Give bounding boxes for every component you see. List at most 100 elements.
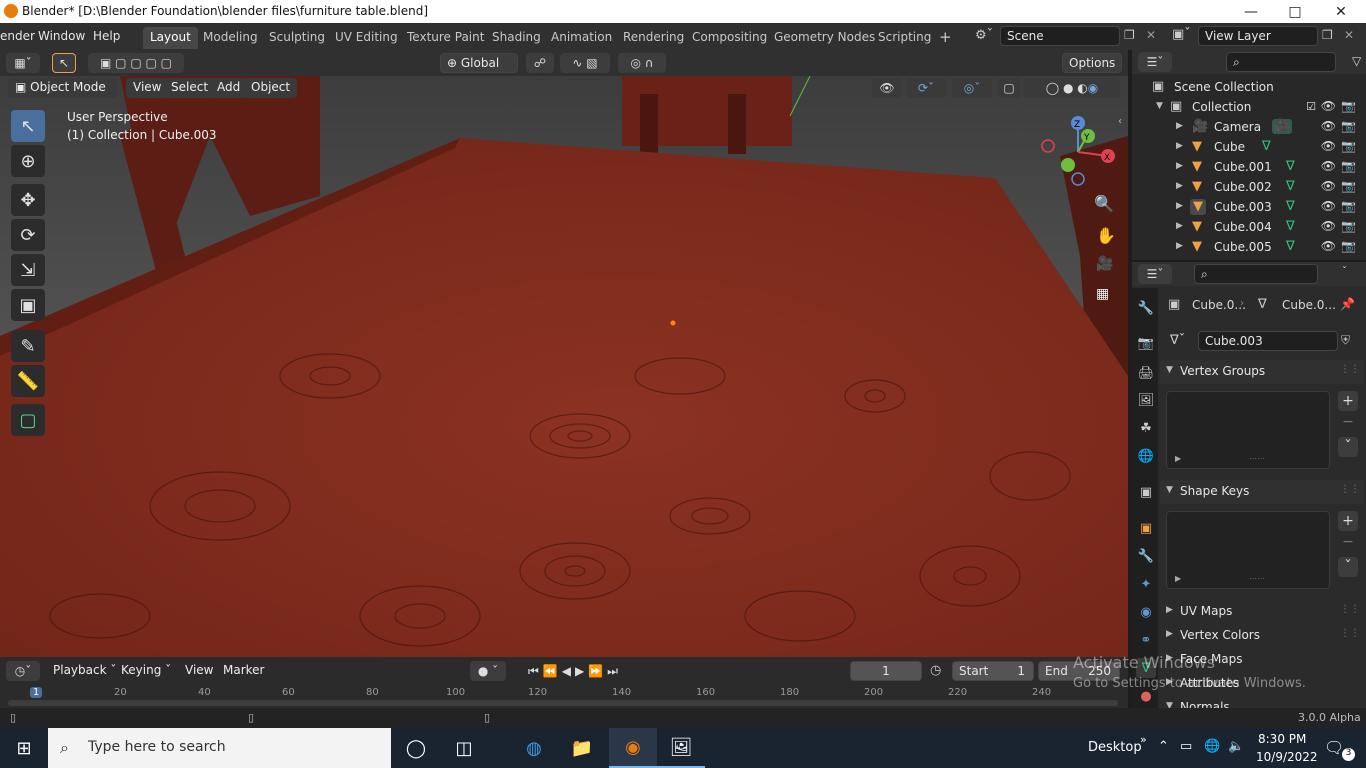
outliner-editor-type-icon[interactable]: ☰ˇ bbox=[1138, 52, 1172, 72]
clock-time[interactable]: 8:30 PM bbox=[1258, 732, 1306, 746]
expand-icon[interactable]: ▶ bbox=[1176, 161, 1183, 171]
blender-taskbar-icon[interactable]: ◉ bbox=[609, 728, 657, 768]
navigation-gizmo[interactable]: Z Y X bbox=[1036, 112, 1120, 192]
object-tab-icon[interactable]: ▣ bbox=[1136, 518, 1156, 538]
outliner-row-cube-002[interactable]: ▶ ▼ Cube.002 ∇ 👁 📷 bbox=[1132, 177, 1366, 197]
timeline-editor-type-icon[interactable]: ◷ˇ bbox=[6, 661, 40, 681]
expand-icon[interactable]: ▶ bbox=[1176, 141, 1183, 151]
vertex-groups-list[interactable]: ▶ ⋯⋯ bbox=[1166, 391, 1330, 469]
camera-render-icon[interactable]: 📷 bbox=[1341, 179, 1356, 193]
eye-icon[interactable]: 👁 bbox=[1321, 99, 1336, 113]
remove-vertex-group-button[interactable]: − bbox=[1338, 412, 1358, 432]
vertex-group-specials-button[interactable]: ˇ bbox=[1338, 437, 1358, 457]
camera-render-icon[interactable]: 📷 bbox=[1341, 219, 1356, 233]
scene-tab-icon[interactable]: ☘ bbox=[1136, 418, 1156, 438]
menu-window[interactable]: Window bbox=[38, 29, 85, 43]
camera-render-icon[interactable]: 📷 bbox=[1341, 139, 1356, 153]
add-workspace-button[interactable]: + bbox=[932, 25, 959, 47]
object-mode-dropdown[interactable]: ▣ Object Mode bbox=[8, 78, 118, 98]
camera-render-icon[interactable]: 📷 bbox=[1341, 239, 1356, 253]
transform-tool-icon[interactable]: ▣ bbox=[11, 289, 45, 321]
options-dropdown[interactable]: Options bbox=[1062, 53, 1122, 73]
task-view-icon[interactable]: ◫ bbox=[440, 728, 488, 768]
menu-view[interactable]: View bbox=[126, 78, 169, 98]
tab-animation[interactable]: Animation bbox=[544, 27, 619, 49]
playback-controls[interactable]: ⏮⏪◀▶⏩⏭ bbox=[516, 661, 634, 681]
camera-render-icon[interactable]: 📷 bbox=[1341, 199, 1356, 213]
expand-icon[interactable]: ▶ bbox=[1176, 181, 1183, 191]
breadcrumb-data[interactable]: Cube.0... bbox=[1282, 298, 1336, 312]
outliner-row-scene-collection[interactable]: ▣ Scene Collection bbox=[1132, 77, 1366, 97]
vertex-colors-panel-header[interactable]: ▶ Vertex Colors ⋮⋮ bbox=[1160, 624, 1364, 648]
current-frame-field[interactable]: 1 bbox=[850, 661, 922, 681]
properties-search-input[interactable]: ⌕ bbox=[1194, 264, 1318, 284]
eye-icon[interactable]: 👁 bbox=[1321, 219, 1336, 233]
outliner-row-cube-004[interactable]: ▶ ▼ Cube.004 ∇ 👁 📷 bbox=[1132, 217, 1366, 237]
eye-icon[interactable]: 👁 bbox=[1321, 239, 1336, 253]
filter-icon[interactable]: ▽ bbox=[1352, 54, 1361, 68]
annotate-tool-icon[interactable]: ✎ bbox=[11, 330, 45, 362]
maximize-icon[interactable]: □ bbox=[1272, 0, 1318, 23]
shading-modes[interactable]: ◯ ● ◐ ◉ bbox=[1024, 78, 1120, 98]
world-tab-icon[interactable]: 🌐 bbox=[1136, 446, 1156, 466]
select-tool-icon[interactable]: ↖ bbox=[11, 110, 45, 142]
tab-shading[interactable]: Shading bbox=[485, 27, 548, 49]
expand-icon[interactable]: ▶ bbox=[1176, 241, 1183, 251]
eye-icon[interactable]: 👁 bbox=[1321, 119, 1336, 133]
cortana-icon[interactable]: ◯ bbox=[392, 728, 440, 768]
tab-layout[interactable]: Layout bbox=[143, 27, 198, 49]
pan-hand-icon[interactable]: ✋ bbox=[1096, 226, 1116, 245]
eye-icon[interactable]: 👁 bbox=[1321, 179, 1336, 193]
close-icon[interactable]: ✕ bbox=[1318, 0, 1364, 23]
view-layer-tab-icon[interactable]: 🖼 bbox=[1136, 390, 1156, 410]
camera-render-icon[interactable]: 📷 bbox=[1341, 159, 1356, 173]
visibility-icon[interactable]: 👁 bbox=[872, 78, 902, 98]
eye-icon[interactable]: 👁 bbox=[1321, 199, 1336, 213]
measure-tool-icon[interactable]: 📏 bbox=[11, 365, 45, 397]
shape-keys-panel-header[interactable]: ▼ Shape Keys ⋮⋮ bbox=[1160, 480, 1364, 504]
desktop-toolbar-label[interactable]: Desktop bbox=[1088, 740, 1142, 755]
frame-indicator[interactable]: 1 bbox=[30, 687, 43, 698]
menu-keying[interactable]: Keying ˇ bbox=[114, 661, 178, 681]
scene-icon[interactable]: ⚙ˇ bbox=[975, 28, 993, 43]
view-layer-icon[interactable]: ▣ˇ bbox=[1172, 27, 1191, 42]
particles-tab-icon[interactable]: ✦ bbox=[1136, 574, 1156, 594]
tab-sculpting[interactable]: Sculpting bbox=[262, 27, 332, 49]
overlays-icon[interactable]: ◎ˇ bbox=[952, 78, 992, 98]
list-expand-icon[interactable]: ▶ bbox=[1175, 574, 1181, 583]
breadcrumb-object[interactable]: Cube.0... bbox=[1192, 298, 1246, 312]
uv-maps-panel-header[interactable]: ▶ UV Maps ⋮⋮ bbox=[1160, 600, 1364, 624]
tab-modeling[interactable]: Modeling bbox=[196, 27, 265, 49]
camera-render-icon[interactable]: 📷 bbox=[1341, 99, 1356, 113]
windows-start-icon[interactable]: ⊞ bbox=[0, 728, 48, 768]
snapping-icon[interactable]: ∿ ▧ bbox=[560, 53, 610, 73]
list-resize-handle[interactable]: ⋯⋯ bbox=[1249, 454, 1265, 463]
properties-options-icon[interactable]: ˇ bbox=[1342, 266, 1347, 277]
tab-compositing[interactable]: Compositing bbox=[685, 27, 774, 49]
more-toolbar-icon[interactable]: » bbox=[1140, 733, 1147, 746]
shape-keys-list[interactable]: ▶ ⋯⋯ bbox=[1166, 511, 1330, 589]
show-hidden-icons[interactable]: ⌃ bbox=[1158, 739, 1169, 754]
scale-tool-icon[interactable]: ⇲ bbox=[11, 254, 45, 286]
expand-icon[interactable]: ▶ bbox=[1176, 221, 1183, 231]
minimize-icon[interactable]: — bbox=[1228, 0, 1274, 23]
constraints-tab-icon[interactable]: ⚭ bbox=[1136, 630, 1156, 650]
drag-handle-icon[interactable]: ⋮⋮ bbox=[1340, 628, 1360, 639]
move-tool-icon[interactable]: ✥ bbox=[11, 184, 45, 216]
remove-shape-key-button[interactable]: − bbox=[1338, 532, 1358, 552]
file-explorer-icon[interactable]: 📁 bbox=[558, 728, 606, 768]
mesh-name-field[interactable]: Cube.003 bbox=[1198, 331, 1338, 351]
cursor-tool-icon[interactable]: ⊕ bbox=[11, 145, 45, 177]
remove-view-layer-icon[interactable]: ✕ bbox=[1344, 28, 1354, 42]
rotate-tool-icon[interactable]: ⟳ bbox=[11, 219, 45, 251]
edge-browser-icon[interactable]: ◍ bbox=[510, 728, 558, 768]
menu-add[interactable]: Add bbox=[210, 78, 248, 98]
menu-file[interactable]: ender bbox=[0, 29, 35, 43]
menu-marker[interactable]: Marker bbox=[216, 661, 271, 681]
tab-geometry-nodes[interactable]: Geometry Nodes bbox=[767, 27, 882, 49]
menu-playback[interactable]: Playback ˇ bbox=[46, 661, 123, 681]
remove-scene-icon[interactable]: ✕ bbox=[1146, 28, 1156, 42]
start-frame-field[interactable]: Start 1 bbox=[952, 661, 1034, 681]
outliner-row-camera[interactable]: ▶ 🎥 Camera 🎥 👁 📷 bbox=[1132, 117, 1366, 137]
tab-rendering[interactable]: Rendering bbox=[616, 27, 691, 49]
